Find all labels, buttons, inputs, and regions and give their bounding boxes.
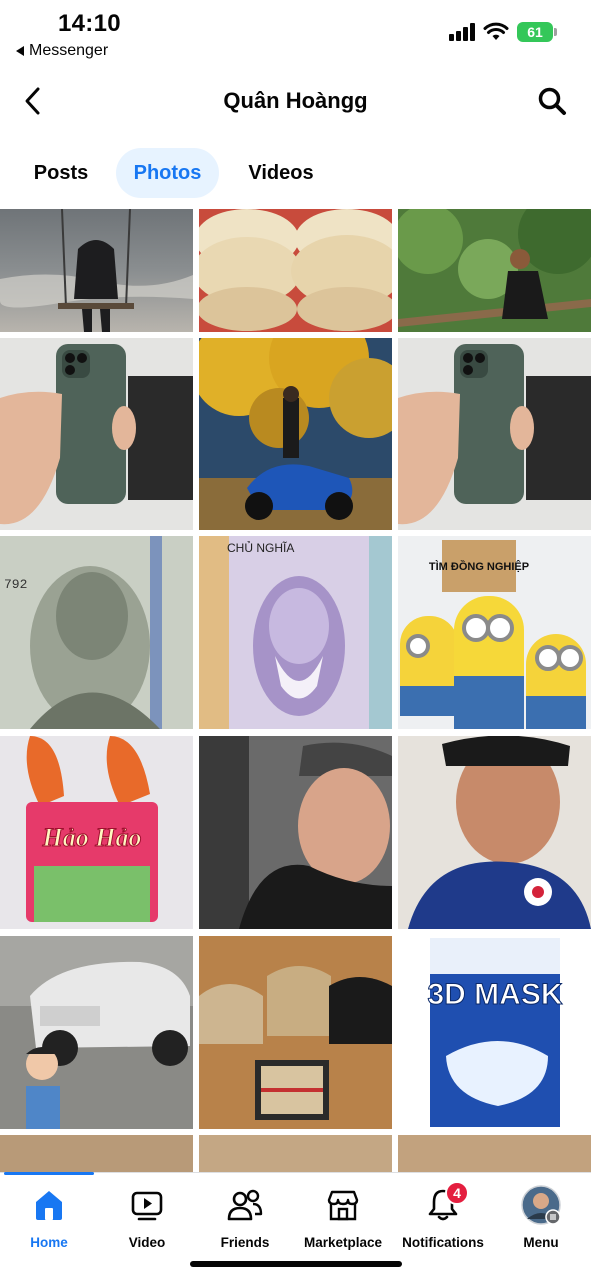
nav-friends[interactable]: Friends xyxy=(196,1185,294,1255)
cellular-signal-icon xyxy=(449,23,475,41)
tab-photos[interactable]: Photos xyxy=(116,148,219,198)
nav-video-label: Video xyxy=(128,1235,166,1250)
photo-partial-2[interactable] xyxy=(199,1135,392,1174)
nav-home[interactable]: Home xyxy=(0,1185,98,1255)
status-indicators: 61 xyxy=(449,22,557,42)
back-to-app-link[interactable]: Messenger xyxy=(16,42,108,60)
search-button[interactable] xyxy=(533,82,571,120)
nav-notifications[interactable]: 4 Notifications xyxy=(394,1181,492,1255)
photo-grid: 792 CHỦ NGHĨA TÌM ĐỒNG NGHIỆP Hảo Hảo 3D… xyxy=(0,209,591,1174)
photo-iphone-in-hand[interactable] xyxy=(0,338,193,530)
banknote-caption: CHỦ NGHĨA xyxy=(227,540,294,555)
wifi-icon xyxy=(483,22,509,40)
battery-indicator: 61 xyxy=(517,22,557,42)
active-tab-indicator xyxy=(4,1172,94,1175)
photo-partial-3[interactable] xyxy=(398,1135,591,1174)
nav-marketplace-label: Marketplace xyxy=(303,1235,383,1250)
banknote-serial: 792 xyxy=(4,577,27,592)
tab-videos[interactable]: Videos xyxy=(232,148,330,198)
profile-header: Quân Hoàngg xyxy=(0,70,591,132)
photo-dollar-banknote[interactable]: 792 xyxy=(0,536,193,729)
nav-marketplace[interactable]: Marketplace xyxy=(294,1185,392,1255)
marketplace-icon xyxy=(323,1185,363,1225)
photo-hao-hao-noodles-shrimp[interactable]: Hảo Hảo xyxy=(0,736,193,929)
nav-friends-label: Friends xyxy=(220,1235,270,1250)
hao-hao-logo-text: Hảo Hảo xyxy=(42,823,142,852)
back-triangle-icon xyxy=(16,46,24,56)
photo-person-on-swing-by-sea[interactable] xyxy=(0,209,193,332)
photo-man-on-motorbike-under-yellow-tree[interactable] xyxy=(199,338,392,530)
back-app-label: Messenger xyxy=(29,42,109,59)
home-icon xyxy=(29,1185,69,1225)
photo-gucci-caps-wallet[interactable] xyxy=(199,936,392,1129)
photo-rice-paper-stacks[interactable] xyxy=(199,209,392,332)
nav-video[interactable]: Video xyxy=(98,1185,196,1255)
photo-partial-1[interactable] xyxy=(0,1135,193,1174)
photo-iphone-in-hand-2[interactable] xyxy=(398,338,591,530)
photo-man-sitting-in-forest[interactable] xyxy=(398,209,591,332)
nav-menu[interactable]: Menu xyxy=(492,1185,590,1255)
page-title: Quân Hoàngg xyxy=(223,88,368,113)
friends-icon xyxy=(225,1185,265,1225)
video-icon xyxy=(127,1185,167,1225)
nav-menu-label: Menu xyxy=(523,1235,559,1250)
photo-3d-mask-box[interactable]: 3D MASK xyxy=(398,936,591,1129)
minion-sign-text: TÌM ĐỒNG NGHIỆP xyxy=(429,560,529,573)
photo-selfie-camo-shirt[interactable] xyxy=(398,736,591,929)
notification-badge: 4 xyxy=(445,1181,469,1205)
photo-selfie-black-cap[interactable] xyxy=(199,736,392,929)
status-time: 14:10 xyxy=(58,10,121,37)
bell-icon: 4 xyxy=(423,1181,469,1225)
battery-level: 61 xyxy=(527,24,543,40)
mask-brand-text: 3D MASK xyxy=(427,978,562,1011)
photo-vnd-banknote[interactable]: CHỦ NGHĨA xyxy=(199,536,392,729)
nav-notifications-label: Notifications xyxy=(402,1235,484,1250)
profile-tabs: Posts Photos Videos xyxy=(0,148,591,198)
status-bar: 14:10 Messenger 61 xyxy=(0,0,591,66)
tab-posts[interactable]: Posts xyxy=(18,148,104,198)
avatar xyxy=(521,1185,561,1225)
photo-mercedes-cartoon[interactable] xyxy=(0,936,193,1129)
search-icon xyxy=(538,87,566,115)
photo-minions-sign[interactable]: TÌM ĐỒNG NGHIỆP xyxy=(398,536,591,729)
home-indicator-bar[interactable] xyxy=(190,1261,402,1267)
nav-home-label: Home xyxy=(30,1235,68,1250)
